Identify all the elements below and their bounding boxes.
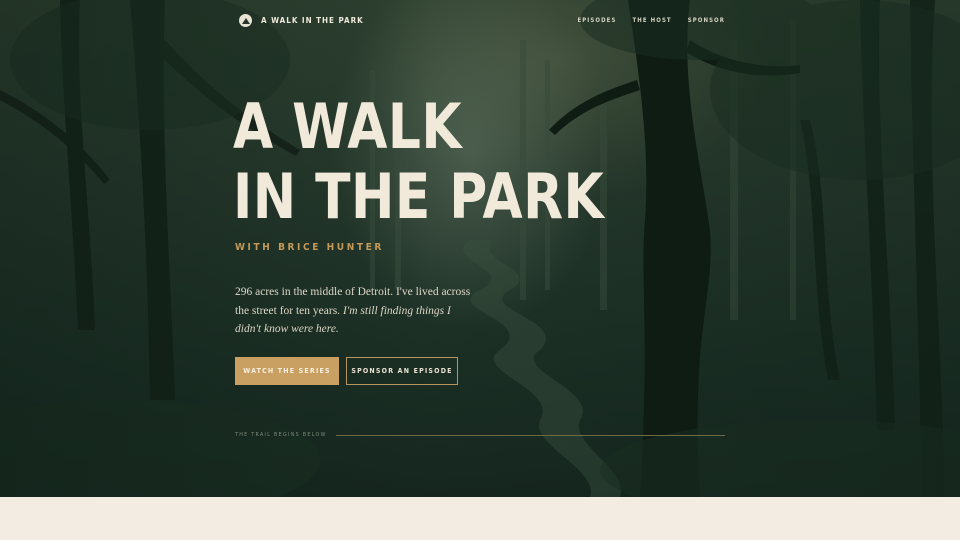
hero-intro: 296 acres in the middle of Detroit. I've… <box>235 283 475 339</box>
hero-title: A WALK IN THE PARK <box>233 92 604 232</box>
hero-section <box>0 0 960 497</box>
hero-title-line-2: IN THE PARK <box>233 160 605 233</box>
nav-link-sponsor[interactable]: SPONSOR <box>688 17 725 24</box>
sponsor-episode-button[interactable]: SPONSOR AN EPISODE <box>346 357 458 385</box>
next-section <box>0 497 960 540</box>
hero-subtitle: WITH BRICE HUNTER <box>235 242 384 253</box>
nav-links: EPISODES THE HOST SPONSOR <box>577 17 725 24</box>
trail-divider <box>335 434 725 436</box>
nav-link-the-host[interactable]: THE HOST <box>632 17 671 24</box>
top-navigation: A WALK IN THE PARK EPISODES THE HOST SPO… <box>239 12 725 28</box>
watch-series-button[interactable]: WATCH THE SERIES <box>235 357 339 385</box>
hiker-logo-icon[interactable] <box>239 13 252 27</box>
trail-indicator: THE TRAIL BEGINS BELOW <box>235 431 725 439</box>
nav-link-episodes[interactable]: EPISODES <box>577 17 616 24</box>
hero-overlay <box>0 0 960 497</box>
trail-label: THE TRAIL BEGINS BELOW <box>235 432 327 438</box>
hero-title-line-1: A WALK <box>233 90 463 163</box>
brand-link[interactable]: A WALK IN THE PARK <box>261 16 364 25</box>
